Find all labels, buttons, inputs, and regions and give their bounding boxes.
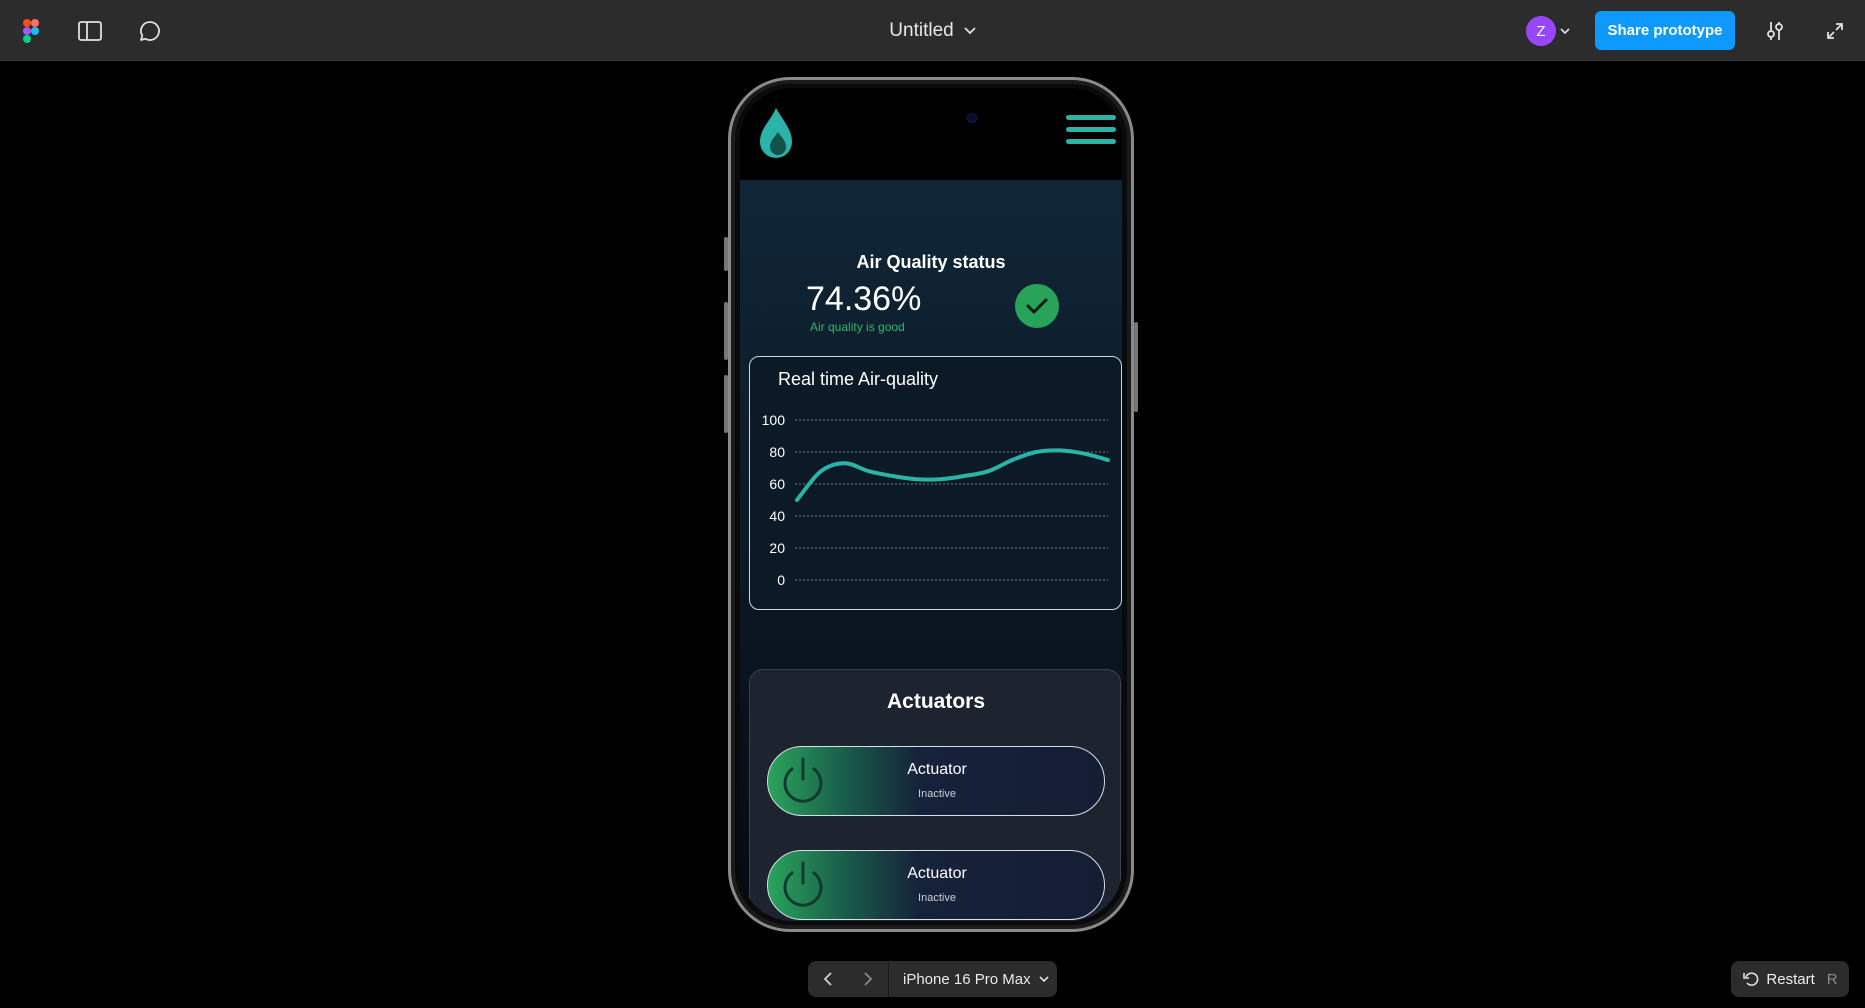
actuator-toggle-2[interactable]: Actuator Inactive — [767, 850, 1105, 920]
prev-frame-button[interactable] — [808, 961, 848, 997]
device-name: iPhone 16 Pro Max — [903, 970, 1031, 988]
restart-shortcut: R — [1826, 970, 1838, 988]
next-frame-button[interactable] — [848, 961, 888, 997]
chevron-right-icon — [864, 972, 872, 986]
file-title: Untitled — [889, 19, 954, 41]
settings-sliders-icon[interactable] — [1762, 18, 1788, 44]
prototype-nav: iPhone 16 Pro Max — [808, 961, 1057, 997]
y-tick-label: 20 — [769, 540, 785, 556]
device-select[interactable]: iPhone 16 Pro Max — [889, 971, 1049, 988]
actuator-label: Actuator — [907, 761, 967, 778]
avatar: Z — [1526, 16, 1556, 46]
y-tick-label: 100 — [762, 412, 786, 428]
actuator-status: Inactive — [918, 892, 956, 904]
restart-label: Restart — [1766, 970, 1815, 988]
series-line — [795, 448, 1110, 502]
user-menu[interactable]: Z — [1526, 15, 1570, 47]
actuator-toggle-1[interactable]: Actuator Inactive — [767, 746, 1105, 816]
figma-logo-icon[interactable] — [18, 18, 44, 44]
fullscreen-icon[interactable] — [1822, 18, 1848, 44]
air-quality-title: Air Quality status — [856, 252, 1006, 272]
actuators-title: Actuators — [886, 690, 986, 713]
check-icon — [1015, 284, 1059, 328]
actuator-status: Inactive — [918, 788, 956, 800]
comment-icon[interactable] — [137, 18, 163, 44]
phone-screen: Air Quality status 74.36% Air quality is… — [740, 88, 1122, 921]
air-quality-chart-card: Real time Air-quality 100 80 60 40 20 0 — [749, 356, 1122, 610]
restart-button[interactable]: Restart R — [1731, 961, 1849, 997]
dashboard-content: Air Quality status 74.36% Air quality is… — [740, 180, 1122, 921]
air-quality-value: 74.36% — [806, 280, 922, 318]
chevron-down-icon — [1560, 27, 1570, 34]
y-tick-label: 40 — [769, 508, 785, 524]
y-tick-label: 60 — [769, 476, 785, 492]
restart-icon — [1743, 972, 1759, 986]
app-header — [740, 88, 1122, 180]
chevron-left-icon — [824, 972, 832, 986]
file-title-button[interactable]: Untitled — [889, 19, 976, 42]
camera-dot — [967, 113, 977, 123]
air-quality-line-chart: 100 80 60 40 20 0 — [762, 412, 1110, 588]
share-prototype-button[interactable]: Share prototype — [1595, 11, 1735, 50]
actuators-card: Actuators Actuator Inactive Actuator Ina… — [749, 669, 1121, 921]
hamburger-menu-icon[interactable] — [1066, 115, 1116, 153]
y-tick-label: 80 — [769, 444, 785, 460]
y-tick-label: 0 — [777, 572, 785, 588]
flame-logo-icon — [756, 106, 796, 165]
sidebar-toggle-icon[interactable] — [77, 18, 103, 44]
chevron-down-icon — [1039, 975, 1049, 982]
chevron-down-icon — [964, 26, 976, 34]
top-toolbar: Untitled Z Share prototype — [0, 0, 1865, 61]
air-quality-status-text: Air quality is good — [810, 320, 905, 334]
phone-side-button — [1134, 322, 1138, 412]
actuator-label: Actuator — [907, 865, 967, 882]
